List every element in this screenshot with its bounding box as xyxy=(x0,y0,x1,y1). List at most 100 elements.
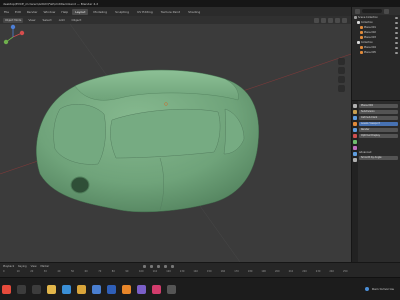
constraints-tab-icon[interactable] xyxy=(353,146,357,150)
menu-window[interactable]: Window xyxy=(42,10,58,14)
rear-window xyxy=(53,104,106,165)
timeline-marker-menu[interactable]: Marker xyxy=(41,265,50,268)
material-tab-icon[interactable] xyxy=(353,158,357,162)
tool-tab-icon[interactable] xyxy=(353,104,357,108)
outliner-row-label: Plane.005 xyxy=(364,51,376,54)
menu-render[interactable]: Render xyxy=(25,10,40,14)
subdivision-type-field[interactable]: Catmull-Clark xyxy=(359,116,398,120)
particles-tab-icon[interactable] xyxy=(353,134,357,138)
exhaust-hole xyxy=(70,176,90,194)
visibility-eye-icon[interactable] xyxy=(395,41,398,44)
tab-uv-editing[interactable]: UV Editing xyxy=(134,9,156,15)
menu-help[interactable]: Help xyxy=(59,10,70,14)
menu-view[interactable]: View xyxy=(26,18,37,22)
optimal-display-field[interactable]: Optimal Display xyxy=(359,134,398,138)
timeline-tick-label: 230 xyxy=(315,270,321,273)
perspective-grid-icon[interactable] xyxy=(338,85,345,92)
explorer-icon[interactable] xyxy=(47,284,56,294)
blender-icon[interactable] xyxy=(122,284,131,294)
tab-modeling[interactable]: Modeling xyxy=(90,9,110,15)
camera-icon[interactable] xyxy=(338,76,345,83)
mode-dropdown[interactable]: Object Mode xyxy=(3,17,24,23)
chrome-icon[interactable] xyxy=(77,284,86,294)
menu-file[interactable]: File xyxy=(2,10,11,14)
tab-shading[interactable]: Shading xyxy=(185,9,203,15)
play-icon[interactable] xyxy=(157,264,161,268)
3d-viewport[interactable] xyxy=(0,24,351,262)
timeline-panel: Playback Keying View Marker 0 10 20 30 40 50 6… xyxy=(0,262,400,277)
jump-end-icon[interactable] xyxy=(171,264,175,268)
start-icon[interactable] xyxy=(2,284,11,294)
zoom-icon[interactable] xyxy=(338,58,345,65)
visibility-eye-icon[interactable] xyxy=(395,31,398,34)
search-icon[interactable] xyxy=(17,284,26,294)
smooth-by-angle-field[interactable]: Smooth by Angle xyxy=(359,156,398,160)
filter-icon[interactable] xyxy=(384,8,389,14)
weather-icon[interactable] xyxy=(365,287,370,291)
timeline-tick-label: 120 xyxy=(166,270,171,273)
modifier-name-field[interactable]: Subdivision xyxy=(359,110,398,114)
tab-layout[interactable]: Layout xyxy=(72,8,89,15)
modifier-tab-icon[interactable] xyxy=(353,128,357,132)
pan-hand-icon[interactable] xyxy=(338,67,345,74)
timeline-tick-label: 20 xyxy=(30,270,34,273)
visibility-eye-icon[interactable] xyxy=(395,51,398,54)
levels-viewport-field[interactable]: Levels Viewport xyxy=(359,122,398,126)
step-back-icon[interactable] xyxy=(150,264,154,268)
material-shading-icon[interactable] xyxy=(335,17,340,23)
outliner-search-input[interactable] xyxy=(362,9,382,13)
render-levels-field[interactable]: Render xyxy=(359,128,398,132)
timeline-tick-label: 130 xyxy=(179,270,185,273)
menu-edit[interactable]: Edit xyxy=(13,10,23,14)
tab-texture-paint[interactable]: Texture Paint xyxy=(158,9,183,15)
visibility-eye-icon[interactable] xyxy=(395,16,398,19)
edge-icon[interactable] xyxy=(62,284,71,294)
visibility-eye-icon[interactable] xyxy=(395,46,398,49)
tab-sculpting[interactable]: Sculpting xyxy=(112,9,132,15)
mesh-object-icon xyxy=(360,36,363,39)
xray-icon[interactable] xyxy=(321,17,326,23)
window-titlebar: desktop\EVCE_mclaren\Glitch\Fiat\Untitle… xyxy=(0,0,400,7)
timeline-playback-menu[interactable]: Playback xyxy=(3,265,14,268)
photoshop-icon[interactable] xyxy=(107,284,116,294)
data-tab-icon[interactable] xyxy=(353,152,357,156)
timeline-tick-label: 110 xyxy=(152,270,158,273)
collection-icon xyxy=(357,41,360,44)
timeline-keying-menu[interactable]: Keying xyxy=(18,265,26,268)
properties-tabs xyxy=(352,101,358,263)
advanced-section-label[interactable]: Advanced xyxy=(359,151,371,154)
render-shading-icon[interactable] xyxy=(342,17,347,23)
menu-add[interactable]: Add xyxy=(57,18,67,22)
object-name-field[interactable]: Plane.004 xyxy=(359,104,398,108)
terminal-icon[interactable] xyxy=(167,284,176,294)
media-icon[interactable] xyxy=(152,284,161,294)
menu-object[interactable]: Object xyxy=(70,18,84,22)
navigation-gizmo[interactable] xyxy=(0,24,26,50)
solid-shading-icon[interactable] xyxy=(328,17,333,23)
step-forward-icon[interactable] xyxy=(164,264,168,268)
overlay-icon[interactable] xyxy=(314,17,319,23)
jump-start-icon[interactable] xyxy=(143,264,147,268)
object-tab-icon[interactable] xyxy=(353,122,357,126)
outliner-editor-icon[interactable] xyxy=(355,8,360,14)
task-view-icon[interactable] xyxy=(32,284,41,294)
visibility-eye-icon[interactable] xyxy=(395,26,398,29)
visibility-eye-icon[interactable] xyxy=(395,36,398,39)
timeline-ruler[interactable]: 0 10 20 30 40 50 60 70 80 90 100 110 120 130 140 150 160… xyxy=(0,270,351,277)
store-icon[interactable] xyxy=(92,284,101,294)
outliner-row-label: Plane.001 xyxy=(364,26,376,29)
viewport-header: Object Mode View Select Add Object xyxy=(0,16,351,24)
timeline-tick-label: 100 xyxy=(139,270,144,273)
output-tab-icon[interactable] xyxy=(353,116,357,120)
timeline-view-menu[interactable]: View xyxy=(31,265,37,268)
visibility-eye-icon[interactable] xyxy=(395,21,398,24)
menu-select[interactable]: Select xyxy=(40,18,53,22)
physics-tab-icon[interactable] xyxy=(353,140,357,144)
outliner-row[interactable]: Plane.005 xyxy=(352,50,400,55)
outliner-row-label: Plane.004 xyxy=(364,46,376,49)
outliner-tree: Scene Collection Collection Plane.001 Plane… xyxy=(352,15,400,55)
render-tab-icon[interactable] xyxy=(353,110,357,114)
app-icon[interactable] xyxy=(137,284,146,294)
weather-text[interactable]: Rain tomorrow xyxy=(372,287,394,291)
timeline-tick-label: 240 xyxy=(329,270,334,273)
